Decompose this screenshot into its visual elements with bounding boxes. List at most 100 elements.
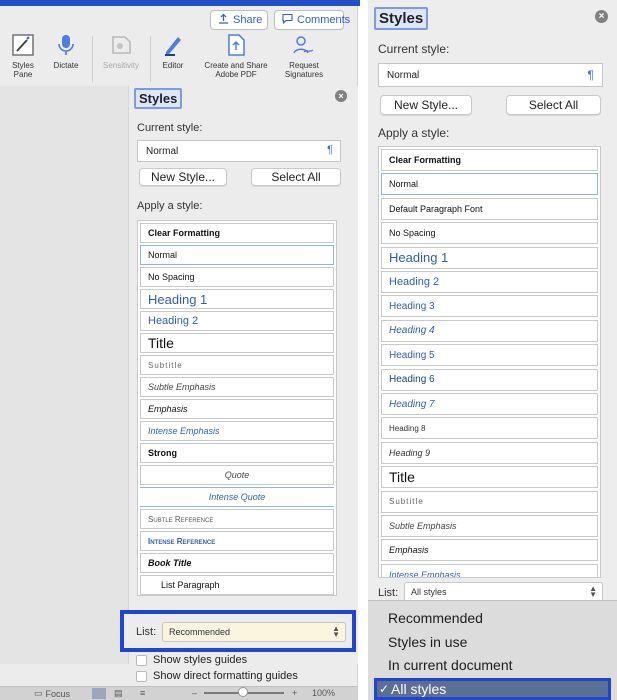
style-item[interactable]: Heading 3: [381, 295, 598, 318]
style-item[interactable]: Heading 8: [381, 417, 598, 440]
focus-button[interactable]: ▭ Focus: [34, 688, 70, 699]
web-layout-view-icon[interactable]: ▤: [114, 688, 123, 699]
style-item[interactable]: Subtle Reference: [140, 509, 334, 529]
style-item-label: Normal: [389, 179, 419, 190]
style-item[interactable]: Strong: [140, 443, 334, 463]
pdf-share-icon: [223, 32, 249, 58]
select-arrows-icon: ▲ ▼: [589, 584, 597, 599]
zoom-in-button[interactable]: +: [292, 688, 297, 698]
style-item[interactable]: Heading 2: [140, 311, 334, 331]
style-item[interactable]: Heading 1: [140, 289, 334, 309]
checkbox[interactable]: [136, 670, 147, 682]
editor-button[interactable]: Editor: [156, 32, 190, 70]
styles-pane-button[interactable]: Styles Pane: [6, 32, 40, 79]
style-item[interactable]: Subtle Emphasis: [140, 377, 334, 397]
list-scrollbar[interactable]: [331, 221, 336, 595]
editor-pen-icon: [160, 32, 186, 58]
list-label: List:: [136, 626, 157, 638]
style-item-label: Title: [389, 469, 415, 486]
ribbon-divider: [150, 36, 151, 82]
print-layout-view-icon[interactable]: [92, 688, 106, 699]
style-item[interactable]: Intense Reference: [140, 531, 334, 551]
panel-title: Styles: [374, 7, 429, 30]
close-icon[interactable]: ×: [335, 90, 347, 102]
style-item[interactable]: Title: [381, 466, 598, 489]
outline-view-icon[interactable]: ≡: [140, 688, 145, 698]
style-item[interactable]: Clear Formatting: [381, 149, 598, 171]
new-style-button[interactable]: New Style...: [139, 168, 227, 186]
dropdown-option[interactable]: Styles in use: [374, 631, 611, 653]
current-style-box: Normal ¶: [378, 63, 603, 87]
style-item[interactable]: Normal: [140, 245, 334, 265]
share-button[interactable]: Share: [210, 10, 268, 30]
style-item[interactable]: Title: [140, 333, 334, 353]
style-item[interactable]: Intense Quote: [140, 487, 334, 507]
style-item-label: Heading 5: [389, 349, 435, 361]
style-item[interactable]: Heading 5: [381, 344, 598, 367]
style-item[interactable]: Intense Emphasis: [140, 421, 334, 441]
dropdown-option[interactable]: ✓ All styles: [374, 677, 611, 700]
style-item[interactable]: Subtle Emphasis: [381, 515, 598, 537]
style-item-label: Heading 6: [389, 374, 435, 386]
style-item-label: Intense Emphasis: [148, 426, 220, 436]
style-item[interactable]: Subtitle: [381, 490, 598, 513]
style-item-label: No Spacing: [389, 228, 436, 239]
style-item-label: Heading 9: [389, 447, 431, 458]
dropdown-option[interactable]: Recommended: [374, 607, 611, 629]
style-item[interactable]: Book Title: [140, 553, 334, 573]
show-direct-formatting-option[interactable]: Show direct formatting guides: [136, 670, 298, 682]
style-item[interactable]: Default Paragraph Font: [381, 197, 598, 220]
list-label: List:: [378, 587, 399, 599]
style-item[interactable]: Normal: [381, 173, 598, 196]
style-item[interactable]: Heading 1: [381, 246, 598, 269]
style-item-label: Subtle Emphasis: [148, 382, 216, 392]
style-item[interactable]: Heading 2: [381, 271, 598, 293]
signature-icon: [291, 32, 317, 58]
microphone-icon: [53, 32, 79, 58]
style-item-label: Title: [148, 335, 174, 351]
style-item[interactable]: Emphasis: [140, 399, 334, 419]
list-select[interactable]: Recommended ▲ ▼: [162, 622, 346, 642]
zoom-level[interactable]: 100%: [312, 688, 335, 698]
checkmark-icon: ✓: [379, 681, 390, 696]
document-area: [0, 86, 128, 664]
dropdown-option-label: Styles in use: [388, 633, 468, 650]
request-signatures-button[interactable]: Request Signatures: [276, 32, 332, 79]
show-styles-guides-option[interactable]: Show styles guides: [136, 654, 247, 666]
style-item[interactable]: No Spacing: [381, 222, 598, 245]
style-item-label: Heading 7: [389, 398, 435, 410]
comments-button[interactable]: Comments: [274, 10, 350, 30]
dropdown-option[interactable]: In current document: [374, 654, 611, 676]
close-icon[interactable]: ×: [595, 10, 608, 23]
dictate-button[interactable]: Dictate: [46, 32, 86, 70]
zoom-out-button[interactable]: –: [192, 688, 197, 698]
style-item[interactable]: No Spacing: [140, 267, 334, 287]
style-item[interactable]: Heading 6: [381, 368, 598, 391]
dropdown-option-label: Recommended: [388, 610, 483, 626]
style-item[interactable]: Quote: [140, 465, 334, 485]
list-scrollbar[interactable]: [595, 147, 600, 577]
select-arrows-icon: ▲ ▼: [332, 624, 340, 639]
style-item-label: Strong: [148, 448, 177, 458]
new-style-button[interactable]: New Style...: [380, 95, 472, 115]
create-share-pdf-button[interactable]: Create and Share Adobe PDF: [198, 32, 274, 79]
style-item[interactable]: Heading 9: [381, 441, 598, 464]
checkbox[interactable]: [136, 654, 147, 666]
dropdown-option-label: In current document: [388, 657, 513, 673]
style-item[interactable]: Heading 4: [381, 319, 598, 342]
select-all-button[interactable]: Select All: [251, 168, 341, 186]
style-item[interactable]: Heading 7: [381, 393, 598, 415]
style-item-label: Subtle Reference: [148, 514, 214, 524]
style-item[interactable]: Clear Formatting: [140, 223, 334, 243]
style-item[interactable]: Intense Emphasis: [381, 563, 598, 577]
apply-style-label: Apply a style:: [378, 126, 450, 140]
select-all-button[interactable]: Select All: [506, 95, 601, 115]
style-item-label: Quote: [224, 470, 250, 480]
zoom-slider-thumb[interactable]: [238, 687, 248, 697]
current-style-label: Current style:: [137, 122, 203, 134]
list-select[interactable]: All styles ▲ ▼: [404, 582, 603, 602]
style-item[interactable]: Emphasis: [381, 539, 598, 562]
style-item[interactable]: Subtitle: [140, 355, 334, 375]
current-style-label: Current style:: [378, 42, 450, 56]
style-item[interactable]: List Paragraph: [140, 575, 334, 595]
